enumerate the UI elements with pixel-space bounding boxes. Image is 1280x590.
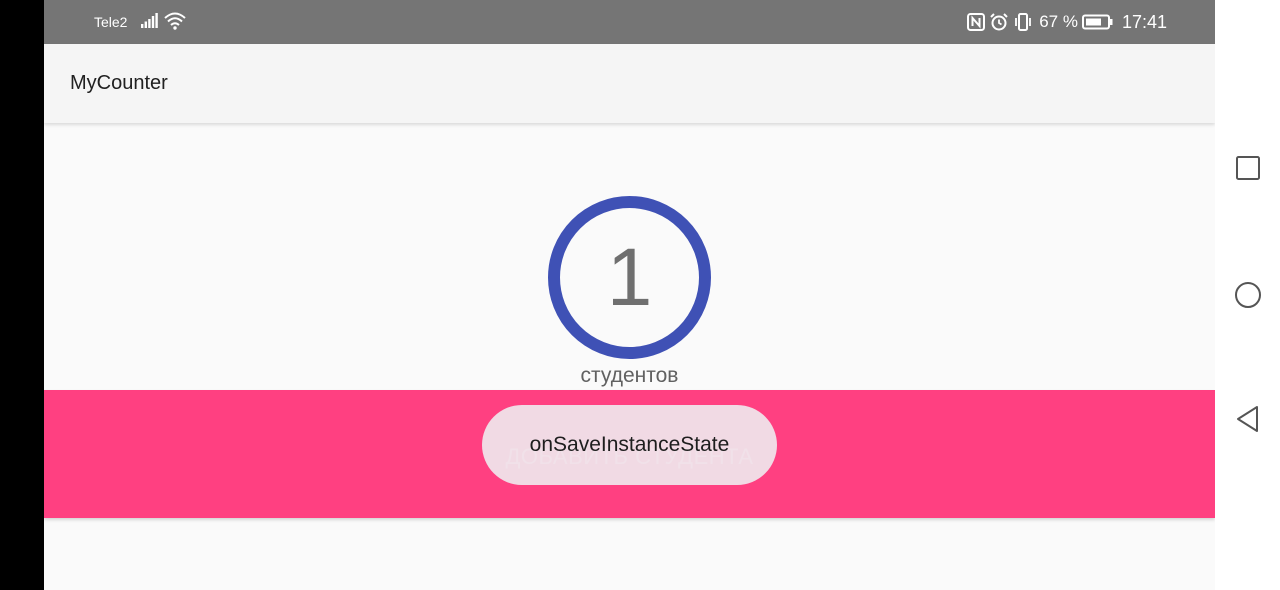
back-button[interactable] <box>1233 404 1263 434</box>
recents-icon <box>1236 156 1260 180</box>
status-right-group: 67 % 17:41 <box>967 10 1167 34</box>
home-icon <box>1235 282 1261 308</box>
signal-icon <box>141 13 158 28</box>
carrier-name: Tele2 <box>94 14 128 30</box>
page-title: MyCounter <box>70 72 168 94</box>
wifi-icon <box>164 12 186 30</box>
counter-value: 1 <box>606 231 653 323</box>
battery-percent: 67 % <box>1039 12 1078 31</box>
recents-button[interactable] <box>1233 153 1263 183</box>
navigation-bar <box>1215 0 1280 590</box>
back-icon <box>1237 406 1258 432</box>
battery-icon <box>1081 14 1113 30</box>
app-bar: MyCounter <box>44 44 1215 123</box>
clock: 17:41 <box>1121 11 1167 32</box>
status-bar: Tele2 67 % 17:41 <box>44 0 1215 44</box>
nfc-icon <box>967 13 986 31</box>
counter-caption: студентов <box>580 364 679 387</box>
toast-message: onSaveInstanceState <box>482 405 777 485</box>
left-bezel <box>0 0 44 590</box>
app-screen: Tele2 67 % 17:41 MyCounter 1 студентов o… <box>44 0 1215 590</box>
vibrate-icon <box>1015 13 1032 31</box>
alarm-icon <box>990 13 1008 31</box>
home-button[interactable] <box>1233 280 1263 310</box>
